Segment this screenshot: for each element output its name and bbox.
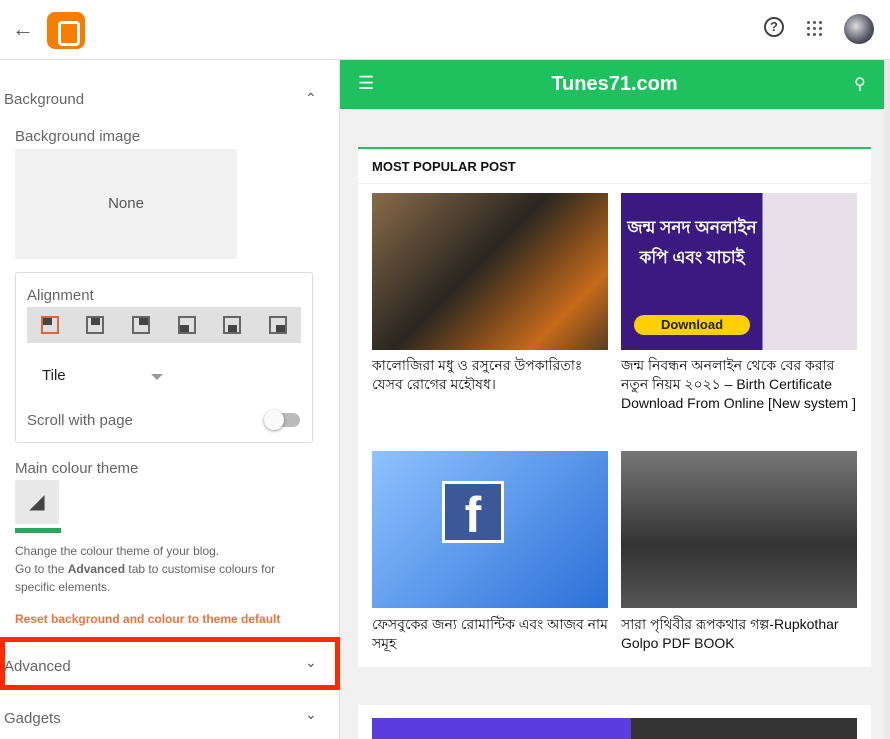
next-widget bbox=[358, 705, 871, 739]
post-image-birth-certificate[interactable]: জন্ম সনদ অনলাইন কপি এবং যাচাই Download bbox=[621, 193, 857, 350]
facebook-logo-icon: f bbox=[442, 481, 504, 543]
post-title[interactable]: কালোজিরা মধু ও রসুনের উপকারিতাঃ যেসব রোগ… bbox=[372, 356, 612, 394]
alignment-label: Alignment bbox=[27, 287, 94, 304]
popular-posts-widget: MOST POPULAR POST জন্ম সনদ অনলাইন কপি এব… bbox=[358, 147, 871, 667]
align-bottom-center-icon[interactable] bbox=[223, 316, 242, 334]
widget-image[interactable] bbox=[372, 718, 631, 739]
background-section-header[interactable]: Background bbox=[4, 91, 84, 108]
post-title[interactable]: ফেসবুকের জন্য রোমান্টিক এবং আজব নাম সমূহ bbox=[372, 615, 612, 653]
align-bottom-left-icon[interactable] bbox=[177, 316, 196, 334]
colour-help-text: Change the colour theme of your blog. Go… bbox=[15, 542, 315, 596]
image-download-badge: Download bbox=[634, 315, 750, 335]
post-title[interactable]: জন্ম নিবন্ধন অনলাইন থেকে বের করার নতুন ন… bbox=[621, 356, 861, 413]
reset-theme-link[interactable]: Reset background and colour to theme def… bbox=[15, 612, 280, 626]
top-bar: ← ? bbox=[0, 0, 890, 60]
divider bbox=[358, 183, 871, 184]
align-bottom-right-icon[interactable] bbox=[269, 316, 288, 334]
help-line-1: Change the colour theme of your blog. bbox=[15, 544, 220, 558]
search-icon[interactable]: ⚲ bbox=[854, 74, 866, 94]
preview-navbar: ☰ Tunes71.com ⚲ bbox=[340, 60, 889, 109]
blog-preview: ☰ Tunes71.com ⚲ MOST POPULAR POST জন্ম স… bbox=[340, 60, 890, 739]
image-caption: জন্ম সনদ অনলাইন কপি এবং যাচাই bbox=[627, 218, 757, 267]
alignment-card: Alignment Tile Scroll with page bbox=[15, 272, 313, 443]
help-line-2: Go to the bbox=[15, 562, 68, 576]
post-image-facebook[interactable]: f bbox=[372, 451, 608, 608]
alignment-options bbox=[27, 307, 301, 343]
chevron-down-icon[interactable]: ⌄ bbox=[305, 706, 317, 723]
preview-scrollbar[interactable] bbox=[884, 60, 890, 739]
post-title[interactable]: সারা পৃথিবীর রূপকথার গল্প-Rupkothar Golp… bbox=[621, 615, 861, 653]
post-image-kalojira[interactable] bbox=[372, 193, 608, 350]
gadgets-section-header[interactable]: Gadgets bbox=[4, 710, 61, 727]
align-top-right-icon[interactable] bbox=[132, 316, 151, 334]
advanced-tab-mention: Advanced bbox=[67, 562, 126, 576]
dropdown-arrow-icon[interactable] bbox=[151, 374, 163, 386]
apps-grid-icon[interactable] bbox=[807, 21, 822, 36]
theme-sidebar: Background ⌃ Background image None Align… bbox=[0, 60, 340, 739]
avatar[interactable] bbox=[844, 14, 874, 44]
blogger-logo[interactable] bbox=[47, 12, 85, 49]
background-image-label: Background image bbox=[15, 128, 141, 145]
post-image-rupkothar[interactable] bbox=[621, 451, 857, 608]
help-circle-icon[interactable]: ? bbox=[764, 17, 784, 37]
main-colour-label: Main colour theme bbox=[15, 460, 139, 477]
arrow-left-icon[interactable]: ← bbox=[12, 16, 34, 42]
align-top-left-icon[interactable] bbox=[40, 316, 59, 334]
widget-image[interactable] bbox=[631, 718, 857, 739]
scroll-with-page-toggle[interactable] bbox=[264, 410, 300, 430]
scroll-with-page-label: Scroll with page bbox=[27, 412, 133, 429]
tile-select[interactable]: Tile bbox=[42, 367, 66, 384]
advanced-section-header[interactable]: Advanced bbox=[4, 658, 71, 675]
align-top-center-icon[interactable] bbox=[86, 316, 105, 334]
popular-heading: MOST POPULAR POST bbox=[372, 159, 516, 174]
chevron-up-icon[interactable]: ⌃ bbox=[305, 90, 317, 107]
colour-swatch bbox=[15, 528, 61, 533]
paint-bucket-icon[interactable]: ◢ bbox=[15, 480, 59, 524]
site-title[interactable]: Tunes71.com bbox=[340, 73, 889, 96]
background-image-picker[interactable]: None bbox=[15, 149, 237, 259]
chevron-down-icon[interactable]: ⌄ bbox=[305, 654, 317, 671]
